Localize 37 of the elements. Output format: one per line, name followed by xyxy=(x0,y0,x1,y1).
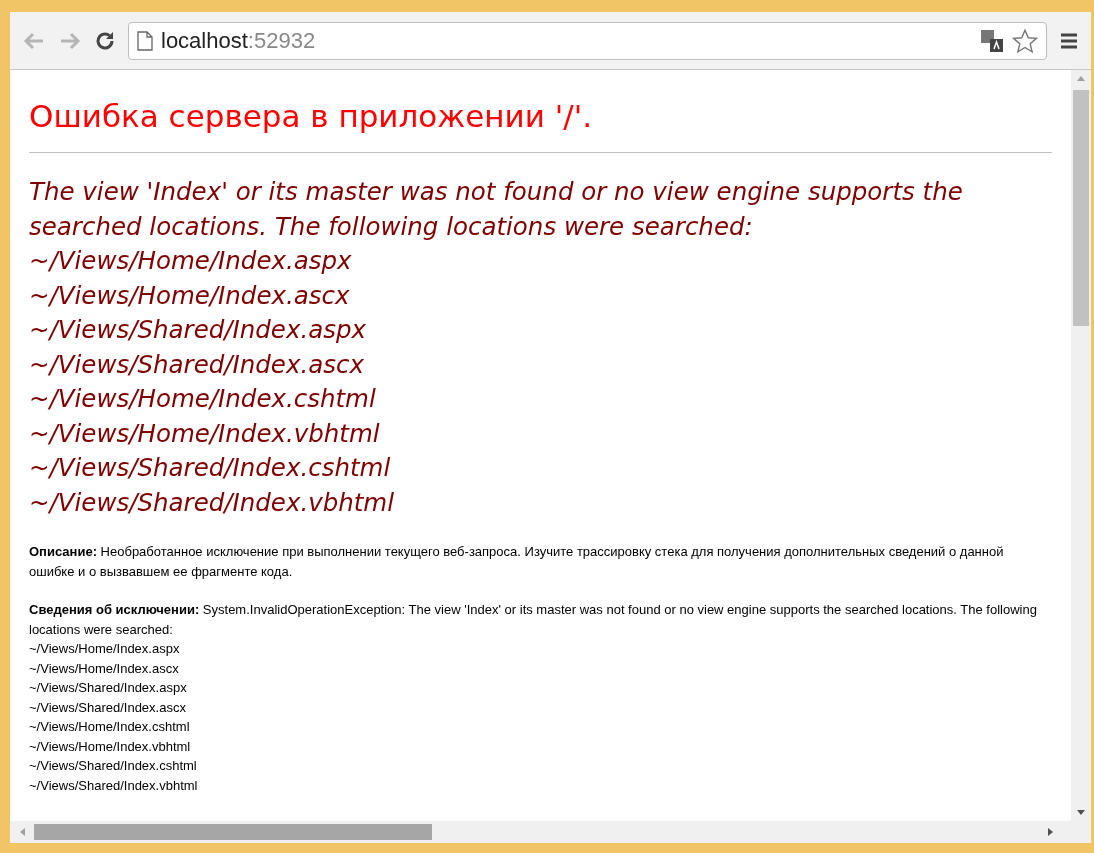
location-path: ~/Views/Home/Index.vbhtml xyxy=(29,737,192,756)
location-path: ~/Views/Home/Index.cshtml xyxy=(29,718,191,736)
location-path: ~/Views/Shared/Index.ascx xyxy=(29,698,187,717)
page-icon xyxy=(137,30,153,51)
url-text: localhost:52932 xyxy=(161,27,317,55)
error-heading: Ошибка сервера в приложении '/'. xyxy=(29,97,594,136)
location-path: ~/Views/Home/Index.aspx xyxy=(29,245,353,277)
menu-icon[interactable] xyxy=(1059,31,1079,50)
back-icon[interactable] xyxy=(22,30,46,51)
location-path: ~/Views/Shared/Index.ascx xyxy=(29,348,365,381)
address-bar[interactable]: localhost:52932 xyxy=(128,21,1047,60)
scroll-left-icon[interactable] xyxy=(18,827,26,837)
location-path: ~/Views/Home/Index.vbhtml xyxy=(29,417,381,450)
location-path: ~/Views/Home/Index.cshtml xyxy=(29,383,377,415)
location-path: ~/Views/Home/Index.aspx xyxy=(29,640,181,658)
translate-icon[interactable] xyxy=(980,28,1004,53)
location-path: ~/Views/Shared/Index.aspx xyxy=(29,314,368,346)
forward-icon[interactable] xyxy=(58,30,82,51)
exception-details: Сведения об исключении: System.InvalidOperationException: The view 'Index' or its master was not found or no view engine supports the searched locations. The following locations were searched: xyxy=(29,601,1038,639)
location-path: ~/Views/Shared/Index.vbhtml xyxy=(29,486,396,519)
scroll-down-icon[interactable] xyxy=(1076,809,1086,817)
location-path: ~/Views/Home/Index.ascx xyxy=(29,659,180,678)
location-path: ~/Views/Shared/Index.cshtml xyxy=(29,757,198,775)
scroll-right-icon[interactable] xyxy=(1047,827,1055,837)
description-text: Описание: Необработанное исключение при выполнении текущего веб-запроса. Изучите трассировку стека для получения дополнительных сведений о данной ошибке и о вызвавшем ее фрагменте кода. xyxy=(29,543,1005,581)
scroll-up-icon[interactable] xyxy=(1076,74,1086,82)
error-message: The view 'Index' or its master was not found or no view engine supports the searched locations. The following locations were searched: xyxy=(29,176,964,243)
horizontal-scrollbar[interactable] xyxy=(10,821,1091,843)
scrollbar-thumb[interactable] xyxy=(34,824,432,840)
location-path: ~/Views/Shared/Index.aspx xyxy=(29,679,188,697)
vertical-scrollbar[interactable] xyxy=(1071,70,1091,821)
location-path: ~/Views/Home/Index.ascx xyxy=(29,279,351,312)
location-path: ~/Views/Shared/Index.vbhtml xyxy=(29,776,199,795)
star-icon[interactable] xyxy=(1012,27,1038,54)
scrollbar-thumb[interactable] xyxy=(1073,90,1089,326)
location-path: ~/Views/Shared/Index.cshtml xyxy=(29,452,392,484)
reload-icon[interactable] xyxy=(94,29,116,52)
